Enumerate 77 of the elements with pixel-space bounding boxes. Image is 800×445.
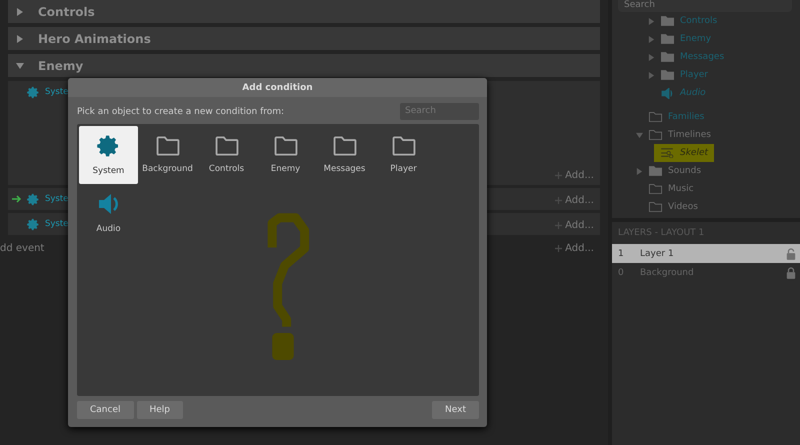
expand-arrow-icon[interactable]	[648, 72, 655, 78]
gear-icon	[27, 86, 40, 98]
folder-icon	[392, 136, 416, 156]
event-label: Syste	[45, 194, 68, 204]
event-label: Syste	[45, 219, 68, 229]
object-tile[interactable]: Messages	[315, 126, 374, 184]
speaker-icon	[661, 88, 674, 98]
expand-arrow-icon[interactable]	[16, 34, 24, 42]
add-event-link[interactable]: dd event	[0, 242, 44, 254]
tree-item[interactable]: Music	[612, 180, 800, 198]
prompt-text: Pick an object to create a new condition from:	[77, 106, 284, 116]
tree-item[interactable]: Audio	[612, 84, 800, 102]
dialog-button[interactable]: Cancel	[77, 401, 134, 419]
dialog-title: Add condition	[242, 82, 313, 92]
lock-icon[interactable]	[786, 248, 796, 260]
folder-icon	[649, 166, 662, 176]
plus-icon	[555, 222, 562, 228]
next-button[interactable]: Next	[432, 401, 479, 419]
plus-icon	[555, 172, 562, 178]
group-title: Enemy	[38, 58, 84, 72]
add-action-link[interactable]: Add...	[555, 215, 600, 235]
trigger-arrow-icon	[12, 195, 22, 203]
tree-item[interactable]: Families	[612, 108, 800, 126]
folder-icon	[661, 52, 674, 62]
folder-icon	[332, 136, 356, 156]
gear-icon	[27, 218, 40, 230]
add-action-link[interactable]: Add...	[555, 190, 600, 210]
tree-item[interactable]: Skelet	[654, 144, 714, 162]
add-action-link[interactable]: Add...	[555, 165, 600, 185]
folder-icon	[661, 34, 674, 44]
search-field[interactable]: Search	[618, 0, 792, 12]
timeline-icon	[660, 148, 674, 158]
expand-arrow-icon[interactable]	[16, 8, 24, 16]
layer-row[interactable]: 1 Layer 1	[612, 244, 800, 263]
object-tile[interactable]: System	[79, 126, 138, 184]
tree-item[interactable]: Enemy	[612, 30, 800, 48]
group-title: Hero Animations	[38, 32, 151, 46]
tree-item[interactable]: Sounds	[612, 162, 800, 180]
dialog-button[interactable]: Help	[136, 401, 184, 419]
tree-item[interactable]: Messages	[612, 48, 800, 66]
tree-item[interactable]: Timelines	[612, 126, 800, 144]
object-tile[interactable]: Player	[374, 126, 433, 184]
plus-icon	[555, 244, 562, 252]
folder-icon	[649, 184, 662, 194]
expand-arrow-icon[interactable]	[648, 18, 655, 24]
event-label: Syste	[45, 87, 68, 97]
tree-item[interactable]: Controls	[612, 12, 800, 30]
object-tile[interactable]: Background	[138, 126, 197, 184]
speaker-icon	[96, 192, 120, 216]
gear-icon	[96, 134, 120, 158]
folder-icon	[661, 70, 674, 80]
expand-arrow-icon[interactable]	[636, 132, 643, 138]
group-header[interactable]: Hero Animations	[8, 27, 600, 50]
object-tile[interactable]: Audio	[79, 184, 138, 242]
folder-icon	[661, 16, 674, 26]
add-link[interactable]: Add...	[555, 238, 600, 258]
gear-icon	[27, 192, 40, 206]
object-tile[interactable]: Controls	[197, 126, 256, 184]
lock-icon[interactable]	[786, 266, 796, 278]
group-header[interactable]: Controls	[8, 0, 600, 23]
expand-arrow-icon[interactable]	[648, 54, 655, 60]
expand-arrow-icon[interactable]	[16, 62, 24, 70]
layer-row[interactable]: 0 Background	[612, 263, 800, 282]
folder-icon	[274, 136, 298, 156]
plus-icon	[555, 196, 562, 204]
group-header[interactable]: Enemy	[8, 54, 600, 77]
group-title: Controls	[38, 4, 95, 18]
folder-icon	[156, 136, 180, 156]
expand-arrow-icon[interactable]	[636, 168, 643, 174]
object-tile[interactable]: Enemy	[256, 126, 315, 184]
folder-icon	[649, 202, 662, 212]
folder-icon	[649, 112, 662, 122]
tree-item[interactable]: Videos	[612, 198, 800, 216]
tree-item[interactable]: Player	[612, 66, 800, 84]
folder-icon	[649, 130, 662, 140]
expand-arrow-icon[interactable]	[648, 36, 655, 42]
folder-icon	[214, 136, 238, 156]
